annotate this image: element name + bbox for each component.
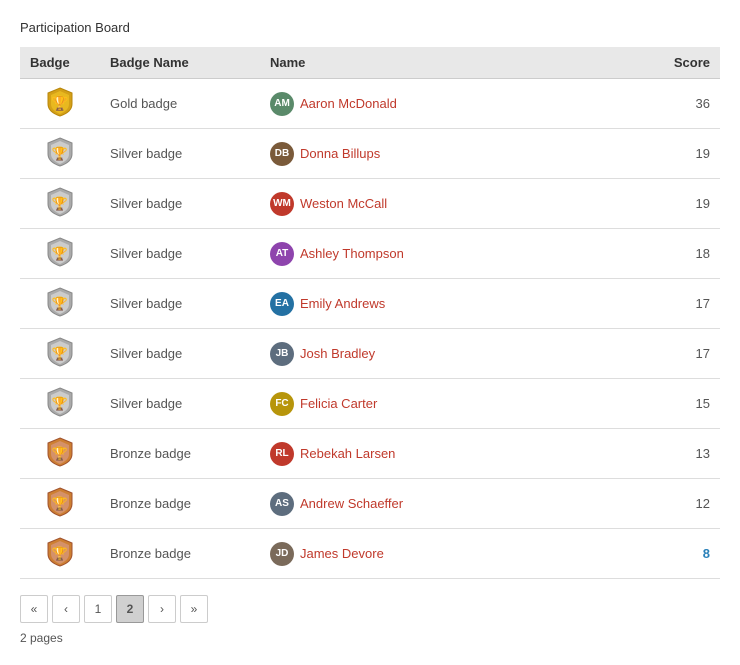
name-link[interactable]: Aaron McDonald [300,96,397,111]
page-1-button[interactable]: 1 [84,595,112,623]
badge-name-cell: Silver badge [100,229,260,279]
badge-cell: 🏆 [20,329,100,379]
badge-name-column-header: Badge Name [100,47,260,79]
badge-name-cell: Bronze badge [100,479,260,529]
svg-text:🏆: 🏆 [52,346,68,361]
name-link[interactable]: Josh Bradley [300,346,375,361]
avatar: DB [270,142,294,166]
table-row: 🏆 Bronze badge RL Rebekah Larsen 13 [20,429,720,479]
avatar: JD [270,542,294,566]
badge-name-cell: Gold badge [100,79,260,129]
name-column-header: Name [260,47,620,79]
score-cell: 19 [620,179,720,229]
table-row: 🏆 Silver badge AT Ashley Thompson 18 [20,229,720,279]
score-cell: 18 [620,229,720,279]
svg-text:🏆: 🏆 [52,496,68,511]
badge-column-header: Badge [20,47,100,79]
svg-text:🏆: 🏆 [52,296,68,311]
name-cell: JB Josh Bradley [260,329,620,379]
avatar: AT [270,242,294,266]
name-link[interactable]: Ashley Thompson [300,246,404,261]
page-title: Participation Board [20,20,720,35]
avatar: JB [270,342,294,366]
badge-cell: 🏆 [20,529,100,579]
badge-cell: 🏆 [20,379,100,429]
name-cell: AM Aaron McDonald [260,79,620,129]
page-2-button[interactable]: 2 [116,595,144,623]
score-cell: 15 [620,379,720,429]
name-cell: JD James Devore [260,529,620,579]
svg-text:🏆: 🏆 [52,446,68,461]
badge-cell: 🏆 [20,279,100,329]
score-cell: 17 [620,329,720,379]
name-link[interactable]: James Devore [300,546,384,561]
last-page-button[interactable]: » [180,595,208,623]
badge-name-cell: Silver badge [100,129,260,179]
score-cell: 8 [620,529,720,579]
badge-cell: 🏆 [20,129,100,179]
avatar: WM [270,192,294,216]
name-cell: DB Donna Billups [260,129,620,179]
score-cell: 17 [620,279,720,329]
avatar: EA [270,292,294,316]
table-row: 🏆 Silver badge WM Weston McCall 19 [20,179,720,229]
name-cell: AT Ashley Thompson [260,229,620,279]
svg-text:🏆: 🏆 [51,95,69,112]
badge-cell: 🏆 [20,429,100,479]
badge-name-cell: Silver badge [100,179,260,229]
pages-info: 2 pages [20,631,720,645]
name-cell: FC Felicia Carter [260,379,620,429]
badge-cell: 🏆 [20,479,100,529]
score-value: 8 [703,546,710,561]
avatar: FC [270,392,294,416]
name-link[interactable]: Andrew Schaeffer [300,496,403,511]
name-link[interactable]: Emily Andrews [300,296,385,311]
badge-name-cell: Bronze badge [100,529,260,579]
badge-cell: 🏆 [20,179,100,229]
svg-text:🏆: 🏆 [52,396,68,411]
table-row: 🏆 Silver badge FC Felicia Carter 15 [20,379,720,429]
participation-table: Badge Badge Name Name Score 🏆 Gold badge… [20,47,720,579]
pagination: « ‹ 1 2 › » [20,595,720,623]
table-row: 🏆 Silver badge JB Josh Bradley 17 [20,329,720,379]
svg-text:🏆: 🏆 [52,546,68,561]
avatar: AS [270,492,294,516]
badge-name-cell: Silver badge [100,379,260,429]
svg-text:🏆: 🏆 [52,246,68,261]
table-row: 🏆 Bronze badge JD James Devore 8 [20,529,720,579]
score-cell: 19 [620,129,720,179]
badge-name-cell: Bronze badge [100,429,260,479]
next-page-button[interactable]: › [148,595,176,623]
badge-cell: 🏆 [20,229,100,279]
name-link[interactable]: Rebekah Larsen [300,446,395,461]
score-column-header: Score [620,47,720,79]
svg-text:🏆: 🏆 [52,146,68,161]
badge-name-cell: Silver badge [100,329,260,379]
name-cell: WM Weston McCall [260,179,620,229]
badge-name-cell: Silver badge [100,279,260,329]
table-row: 🏆 Gold badge AM Aaron McDonald 36 [20,79,720,129]
name-cell: EA Emily Andrews [260,279,620,329]
table-row: 🏆 Silver badge EA Emily Andrews 17 [20,279,720,329]
avatar: AM [270,92,294,116]
svg-text:🏆: 🏆 [52,196,68,211]
score-cell: 36 [620,79,720,129]
name-link[interactable]: Felicia Carter [300,396,377,411]
avatar: RL [270,442,294,466]
table-row: 🏆 Silver badge DB Donna Billups 19 [20,129,720,179]
score-cell: 12 [620,479,720,529]
prev-page-button[interactable]: ‹ [52,595,80,623]
name-cell: RL Rebekah Larsen [260,429,620,479]
badge-cell: 🏆 [20,79,100,129]
name-link[interactable]: Donna Billups [300,146,380,161]
score-cell: 13 [620,429,720,479]
first-page-button[interactable]: « [20,595,48,623]
name-link[interactable]: Weston McCall [300,196,387,211]
table-row: 🏆 Bronze badge AS Andrew Schaeffer 12 [20,479,720,529]
name-cell: AS Andrew Schaeffer [260,479,620,529]
